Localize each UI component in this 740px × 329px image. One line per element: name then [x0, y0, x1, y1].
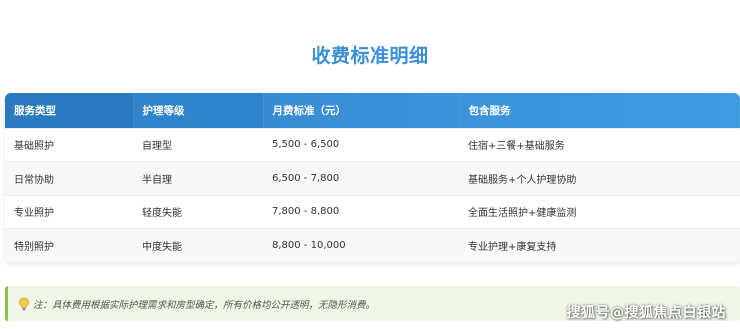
cell-care-level: 自理型: [142, 141, 172, 153]
cell-service-type: 日常协助: [14, 174, 54, 186]
cell-included-services: 住宿+三餐+基础服务: [468, 141, 565, 153]
header-included-services: 包含服务: [459, 93, 740, 128]
table-row: 特别照护 中度失能 8,800 - 10,000 专业护理+康复支持: [5, 228, 740, 262]
cell-care-level: 中度失能: [142, 242, 182, 253]
cell-service-type: 特别照护: [14, 242, 54, 253]
header-service-type: 服务类型: [5, 93, 134, 128]
cell-monthly-fee: 7,800 - 8,800: [272, 206, 340, 218]
cell-care-level: 轻度失能: [142, 208, 182, 220]
cell-monthly-fee: 5,500 - 6,500: [272, 139, 340, 151]
cell-care-level: 半自理: [142, 174, 172, 186]
cell-included-services: 基础服务+个人护理协助: [468, 174, 577, 186]
table-header-row: 服务类型 护理等级 月费标准（元） 包含服务: [5, 93, 740, 128]
cell-monthly-fee: 6,500 - 7,800: [272, 172, 340, 184]
note-text: 注：具体费用根据实际护理需求和房型确定，所有价格均公开透明，无隐形消费。: [33, 299, 376, 311]
table-row: 基础照护 自理型 5,500 - 6,500 住宿+三餐+基础服务: [5, 128, 740, 162]
cell-service-type: 专业照护: [14, 208, 54, 220]
fee-table-card: 服务类型 护理等级 月费标准（元） 包含服务 基础照护 自理型 5,500 - …: [5, 93, 740, 262]
table-row: 专业照护 轻度失能 7,800 - 8,800 全面生活照护+健康监测: [5, 195, 740, 229]
table-row: 日常协助 半自理 6,500 - 7,800 基础服务+个人护理协助: [5, 161, 740, 195]
header-monthly-fee: 月费标准（元）: [263, 93, 460, 128]
watermark-text: 搜狐号@搜狐焦点白银站: [566, 305, 726, 321]
cell-included-services: 全面生活照护+健康监测: [468, 208, 577, 220]
cell-service-type: 基础照护: [14, 141, 54, 153]
lightbulb-icon: [18, 297, 30, 311]
page-title: 收费标准明细: [311, 45, 429, 67]
cell-monthly-fee: 8,800 - 10,000: [272, 240, 346, 251]
cell-included-services: 专业护理+康复支持: [468, 242, 557, 253]
fee-table: 服务类型 护理等级 月费标准（元） 包含服务 基础照护 自理型 5,500 - …: [5, 93, 740, 262]
header-care-level: 护理等级: [133, 93, 264, 128]
